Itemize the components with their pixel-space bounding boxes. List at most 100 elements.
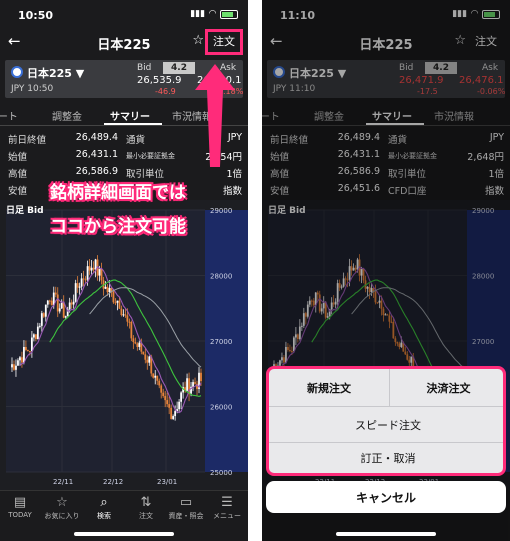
candle-body xyxy=(156,375,159,381)
star-icon[interactable]: ☆ xyxy=(192,33,204,48)
candle-body xyxy=(112,291,115,303)
candle-body xyxy=(13,364,15,370)
candle-body xyxy=(122,314,125,316)
candle-body xyxy=(200,372,202,382)
price-chart[interactable]: 29000 28000 27000 26000 25000 22/11 22/12 23/01… xyxy=(0,200,248,490)
nav-menu[interactable]: ☰ メニュー xyxy=(207,495,247,521)
signal-icon: ▮▮▮ xyxy=(190,9,206,19)
candle-body xyxy=(38,325,41,327)
candle-body xyxy=(32,334,35,338)
modify-cancel-button[interactable]: 訂正・取消 xyxy=(269,443,503,473)
candle-body xyxy=(114,302,117,304)
candle-body xyxy=(86,266,89,280)
candle-body xyxy=(168,404,171,408)
document-icon: ▤ xyxy=(13,495,27,510)
x-tick-label: 22/11 xyxy=(53,478,73,486)
candle-body xyxy=(132,338,135,343)
star-outline-icon: ☆ xyxy=(56,495,68,510)
bid-label: Bid xyxy=(137,63,152,73)
candle-body xyxy=(116,300,119,303)
symbol-selector[interactable]: 日本225 ▼ xyxy=(27,65,84,81)
candle-body xyxy=(27,349,29,352)
candle-body xyxy=(118,300,121,309)
candle-body xyxy=(15,365,17,370)
home-indicator xyxy=(74,532,174,536)
candle-body xyxy=(158,380,161,386)
candle-body xyxy=(42,313,45,317)
candle-body xyxy=(40,313,43,326)
x-tick-label: 23/01 xyxy=(157,478,177,486)
nav-favorites[interactable]: ☆ お気に入り xyxy=(42,495,82,521)
phone-right: 11:10 ▮▮▮ ◠ ← 日本225 ☆ 注文 日本225 ▼ JPY 11:… xyxy=(262,0,510,541)
nav-today[interactable]: ▤ TODAY xyxy=(0,495,40,519)
candle-body xyxy=(178,401,181,410)
candle-body xyxy=(104,286,107,289)
candle-body xyxy=(180,392,183,402)
candle-body xyxy=(154,375,157,378)
bid-change: -46.9 xyxy=(155,87,176,96)
phone-left: 10:50 ▮▮▮ ◠ ← 日本225 ☆ 注文 日本225 ▼ JPY 10:… xyxy=(0,0,248,541)
battery-icon xyxy=(220,9,238,19)
candle-body xyxy=(17,360,19,366)
annotation-line-2: ココから注文可能 xyxy=(50,217,186,237)
candle-body xyxy=(192,382,194,387)
candle-body xyxy=(160,385,163,393)
candle-body xyxy=(78,286,81,288)
bid-price: 26,535.9 xyxy=(137,75,182,86)
candle-body xyxy=(108,287,111,293)
nav-order[interactable]: ⇅ 注文 xyxy=(126,495,166,521)
candle-body xyxy=(152,373,155,378)
candle-body xyxy=(30,337,33,352)
candle-body xyxy=(88,266,91,271)
candlestick-chart[interactable]: 29000 28000 27000 26000 25000 22/11 22/12 23/01 xyxy=(0,200,248,490)
candle-body xyxy=(128,321,131,323)
candle-body xyxy=(58,308,61,312)
candle-body xyxy=(72,301,75,305)
new-order-button[interactable]: 新規注文 xyxy=(269,369,390,407)
candle-body xyxy=(138,342,141,347)
candle-body xyxy=(70,302,73,305)
candle-body xyxy=(56,294,59,312)
candle-body xyxy=(124,314,127,316)
y-tick-label: 28000 xyxy=(210,273,232,281)
candle-body xyxy=(28,351,31,353)
candle-body xyxy=(50,300,53,306)
nav-assets[interactable]: ▭ 資産・照会 xyxy=(166,495,206,521)
candle-body xyxy=(64,316,67,318)
tab-adjustment[interactable]: 調整金 xyxy=(52,108,82,123)
nav-search[interactable]: ⌕ 検索 xyxy=(84,495,124,521)
candle-body xyxy=(90,267,93,271)
tab-underline xyxy=(104,123,162,125)
y-tick-label: 29000 xyxy=(210,207,232,215)
cancel-button[interactable]: キャンセル xyxy=(266,481,506,513)
speed-order-button[interactable]: スピード注文 xyxy=(269,407,503,443)
order-icon: ⇅ xyxy=(140,495,152,510)
candle-body xyxy=(148,356,151,363)
candle-body xyxy=(100,268,103,281)
order-action-sheet: 新規注文 決済注文 スピード注文 訂正・取消 xyxy=(266,366,506,476)
candle-body xyxy=(136,343,139,347)
tab-summary[interactable]: サマリー xyxy=(110,108,150,123)
candle-body xyxy=(11,364,13,368)
candle-body xyxy=(144,354,147,360)
candle-body xyxy=(166,400,169,405)
candle-body xyxy=(21,357,23,363)
candle-body xyxy=(25,346,27,350)
candle-body xyxy=(142,351,145,355)
candle-body xyxy=(170,407,173,419)
order-button[interactable]: 注文 xyxy=(205,29,243,55)
candle-body xyxy=(84,279,87,281)
candle-body xyxy=(126,315,129,322)
candle-body xyxy=(186,378,188,391)
candle-body xyxy=(194,382,196,384)
settle-order-button[interactable]: 決済注文 xyxy=(390,369,503,407)
candle-body xyxy=(44,304,47,317)
annotation-line-1: 銘柄詳細画面では xyxy=(50,183,186,203)
candle-body xyxy=(74,283,77,302)
candle-body xyxy=(80,278,83,287)
candle-body xyxy=(94,259,97,270)
x-tick-label: 22/12 xyxy=(103,478,123,486)
tab-chart[interactable]: チャート xyxy=(0,108,18,123)
candle-body xyxy=(54,292,57,295)
candle-body xyxy=(46,300,49,305)
